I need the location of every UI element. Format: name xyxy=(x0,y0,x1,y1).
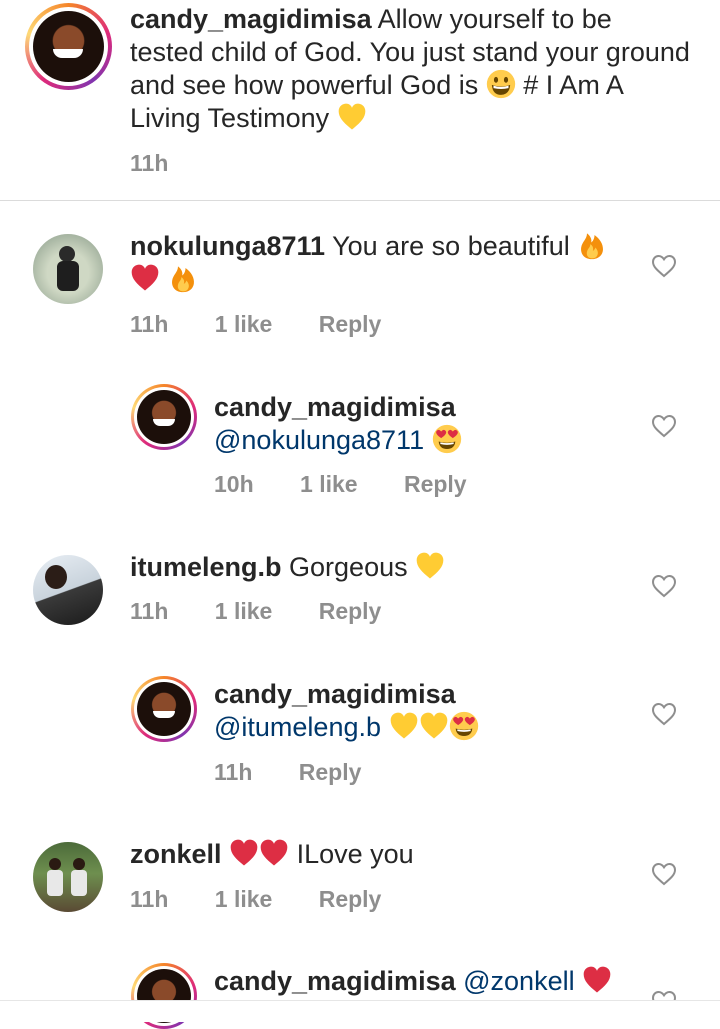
caption-avatar[interactable] xyxy=(25,3,112,90)
reply-button[interactable]: Reply xyxy=(404,471,467,497)
comment-username[interactable]: zonkell xyxy=(130,839,222,869)
caption-username[interactable]: candy_magidimisa xyxy=(130,4,372,34)
red-heart-icon xyxy=(130,263,160,293)
comment-username[interactable]: nokulunga8711 xyxy=(130,231,325,261)
reply-username[interactable]: candy_magidimisa xyxy=(214,966,456,996)
fire-icon xyxy=(577,230,607,260)
mention-link[interactable]: @itumeleng.b xyxy=(214,712,381,742)
comment-time: 10h xyxy=(214,471,254,497)
grinning-face-icon xyxy=(486,69,516,99)
comment-meta: 10h 1 like Reply xyxy=(214,471,507,498)
avatar-nokulunga8711[interactable] xyxy=(33,234,103,304)
fire-icon xyxy=(168,263,198,293)
mention-link[interactable]: @zonkell xyxy=(463,966,574,996)
comment-likes[interactable]: 1 like xyxy=(215,886,273,912)
comment-text: nokulunga8711 You are so beautiful xyxy=(130,230,630,296)
reply-button[interactable]: Reply xyxy=(299,759,362,785)
comment-time: 11h xyxy=(214,759,253,785)
red-heart-icon xyxy=(229,838,259,868)
divider xyxy=(0,200,720,201)
avatar-zonkell[interactable] xyxy=(33,842,103,912)
reply-text: candy_magidimisa @nokulunga8711 xyxy=(214,391,634,457)
reply-username[interactable]: candy_magidimisa xyxy=(214,391,634,424)
avatar-itumeleng-b[interactable] xyxy=(33,555,103,625)
comment-likes[interactable]: 1 like xyxy=(300,471,358,497)
comment-text: zonkell ILove you xyxy=(130,838,414,869)
reply-button[interactable]: Reply xyxy=(319,311,382,337)
mention-link[interactable]: @nokulunga8711 xyxy=(214,425,424,455)
reply-button[interactable]: Reply xyxy=(319,598,382,624)
comment-likes[interactable]: 1 like xyxy=(215,598,273,624)
bottom-fade xyxy=(0,1001,720,1022)
comment-meta: 11h Reply xyxy=(214,759,401,786)
reply-avatar[interactable] xyxy=(131,384,197,450)
reply-button[interactable]: Reply xyxy=(319,886,382,912)
caption-text: candy_magidimisa Allow yourself to be te… xyxy=(130,4,690,133)
comment-username[interactable]: itumeleng.b xyxy=(130,552,282,582)
heart-outline-icon[interactable] xyxy=(651,574,677,598)
yellow-heart-icon xyxy=(419,711,449,741)
caption-time: 11h xyxy=(130,150,169,176)
heart-eyes-face-icon xyxy=(449,711,479,741)
heart-outline-icon[interactable] xyxy=(651,862,677,886)
red-heart-icon xyxy=(259,838,289,868)
comment-meta: 11h 1 like Reply xyxy=(130,311,421,338)
heart-outline-icon[interactable] xyxy=(651,702,677,726)
heart-eyes-face-icon xyxy=(432,424,462,454)
avatar xyxy=(137,682,191,736)
reply-text: candy_magidimisa @itumeleng.b xyxy=(214,678,634,744)
reply-username[interactable]: candy_magidimisa xyxy=(214,678,634,711)
yellow-heart-icon xyxy=(337,102,367,132)
avatar xyxy=(33,11,104,82)
comment-time: 11h xyxy=(130,886,169,912)
yellow-heart-icon xyxy=(389,711,419,741)
heart-outline-icon[interactable] xyxy=(651,254,677,278)
reply-avatar[interactable] xyxy=(131,676,197,742)
heart-outline-icon[interactable] xyxy=(651,414,677,438)
avatar xyxy=(137,390,191,444)
yellow-heart-icon xyxy=(415,551,445,581)
comment-likes[interactable]: 1 like xyxy=(215,311,273,337)
comment-text: itumeleng.b Gorgeous xyxy=(130,551,630,584)
reply-text: candy_magidimisa @zonkell xyxy=(214,965,694,998)
comment-meta: 11h 1 like Reply xyxy=(130,886,421,913)
red-heart-icon xyxy=(582,965,612,995)
comment-time: 11h xyxy=(130,311,169,337)
comment-time: 11h xyxy=(130,598,169,624)
comment-meta: 11h 1 like Reply xyxy=(130,598,421,625)
